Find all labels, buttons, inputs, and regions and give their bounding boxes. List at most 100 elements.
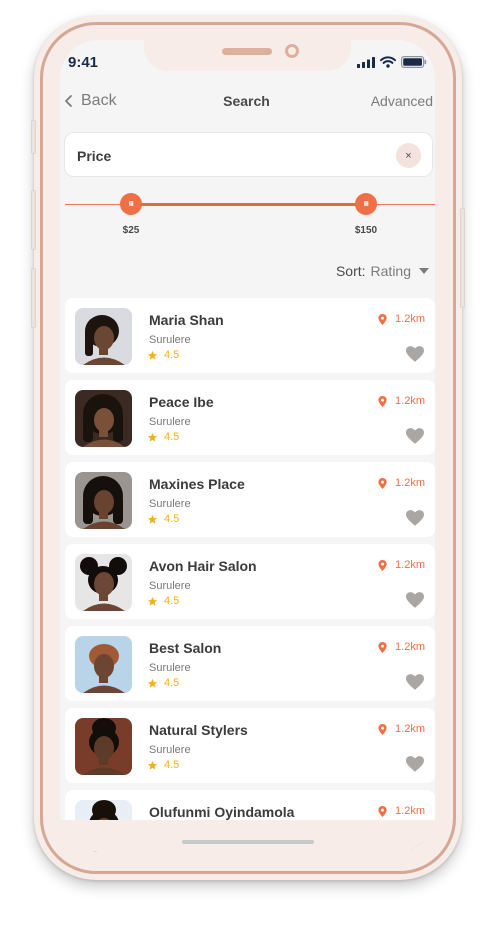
salon-card[interactable]: Maxines Place Surulere 4.5 1.2km — [65, 462, 435, 537]
price-range-slider: III III $25 $150 — [65, 193, 435, 236]
search-input[interactable] — [77, 145, 377, 167]
salon-distance: 1.2km — [378, 313, 425, 325]
favorite-button[interactable] — [406, 756, 424, 777]
distance-value: 1.2km — [395, 805, 425, 817]
slider-min-label: $25 — [122, 225, 140, 236]
distance-value: 1.2km — [395, 313, 425, 325]
slider-max-label: $150 — [354, 225, 378, 236]
side-button-silent — [31, 120, 36, 154]
salon-photo — [75, 308, 132, 365]
map-pin-icon — [378, 559, 387, 571]
distance-value: 1.2km — [395, 641, 425, 653]
search-field: × — [64, 132, 433, 177]
heart-icon — [406, 674, 424, 690]
knob-grip-icon: III — [128, 200, 134, 208]
side-button-volume-up — [31, 190, 36, 250]
notch — [144, 40, 351, 71]
salon-card[interactable]: Avon Hair Salon Surulere 4.5 1.2km — [65, 544, 435, 619]
distance-value: 1.2km — [395, 559, 425, 571]
map-pin-icon — [378, 805, 387, 817]
rating-value: 4.5 — [164, 759, 180, 771]
favorite-button[interactable] — [406, 592, 424, 613]
rating-value: 4.5 — [164, 349, 180, 361]
salon-name: Peace Ibe — [149, 394, 214, 410]
salon-distance: 1.2km — [378, 477, 425, 489]
star-icon — [147, 350, 158, 360]
distance-value: 1.2km — [395, 723, 425, 735]
distance-value: 1.2km — [395, 477, 425, 489]
side-button-power — [460, 208, 465, 308]
clear-search-button[interactable]: × — [396, 143, 421, 168]
salon-photo — [75, 636, 132, 693]
top-nav: Back Search Advanced — [60, 92, 435, 112]
salon-photo — [75, 472, 132, 529]
salon-photo — [75, 390, 132, 447]
slider-min-knob[interactable]: III — [120, 193, 142, 215]
salon-card[interactable]: Best Salon Surulere 4.5 1.2km — [65, 626, 435, 701]
map-pin-icon — [378, 723, 387, 735]
favorite-button[interactable] — [406, 346, 424, 367]
salon-card[interactable]: Natural Stylers Surulere 4.5 1.2km — [65, 708, 435, 783]
rating-value: 4.5 — [164, 513, 180, 525]
salon-area: Surulere — [149, 416, 191, 428]
salon-distance: 1.2km — [378, 723, 425, 735]
salon-area: Surulere — [149, 498, 191, 510]
salon-name: Best Salon — [149, 640, 222, 656]
status-icons — [357, 56, 427, 68]
favorite-button[interactable] — [406, 674, 424, 695]
slider-selected-range — [130, 203, 367, 206]
heart-icon — [406, 346, 424, 362]
salon-rating: 4.5 — [147, 759, 179, 771]
distance-value: 1.2km — [395, 395, 425, 407]
status-time: 9:41 — [68, 54, 99, 71]
heart-icon — [406, 592, 424, 608]
salon-rating: 4.5 — [147, 595, 179, 607]
salon-area: Surulere — [149, 744, 191, 756]
rating-value: 4.5 — [164, 431, 180, 443]
sort-label: Sort: — [335, 263, 366, 279]
salon-area: Surulere — [149, 580, 191, 592]
advanced-button[interactable]: Advanced — [371, 93, 433, 109]
map-pin-icon — [378, 395, 387, 407]
salon-distance: 1.2km — [378, 805, 425, 817]
salon-photo — [75, 718, 132, 775]
front-camera — [285, 44, 299, 58]
bottom-bar — [60, 820, 435, 852]
wifi-icon — [380, 56, 396, 68]
caret-down-icon — [419, 268, 429, 274]
salon-rating: 4.5 — [147, 431, 179, 443]
favorite-button[interactable] — [406, 428, 424, 449]
salon-photo — [75, 554, 132, 611]
favorite-button[interactable] — [406, 510, 424, 531]
salon-distance: 1.2km — [378, 641, 425, 653]
salon-rating: 4.5 — [147, 677, 179, 689]
salon-area: Surulere — [149, 334, 191, 346]
salon-distance: 1.2km — [378, 559, 425, 571]
map-pin-icon — [378, 641, 387, 653]
close-icon: × — [405, 149, 412, 162]
home-indicator[interactable] — [182, 840, 314, 844]
star-icon — [147, 678, 158, 688]
heart-icon — [406, 510, 424, 526]
battery-icon — [401, 56, 427, 68]
rating-value: 4.5 — [164, 595, 180, 607]
speaker — [222, 48, 272, 55]
sort-dropdown[interactable]: Sort: Rating — [336, 263, 429, 279]
star-icon — [147, 760, 158, 770]
salon-card[interactable]: Peace Ibe Surulere 4.5 1.2km — [65, 380, 435, 455]
salon-distance: 1.2km — [378, 395, 425, 407]
heart-icon — [406, 756, 424, 772]
star-icon — [147, 432, 158, 442]
star-icon — [147, 514, 158, 524]
salon-name: Natural Stylers — [149, 722, 248, 738]
salon-rating: 4.5 — [147, 513, 179, 525]
salon-card[interactable]: Maria Shan Surulere 4.5 1.2km — [65, 298, 435, 373]
slider-max-knob[interactable]: III — [355, 193, 377, 215]
map-pin-icon — [378, 313, 387, 325]
side-button-volume-down — [31, 268, 36, 328]
app-screen: 9:41 Back Search Advanced Price × III II… — [60, 40, 435, 852]
map-pin-icon — [378, 477, 387, 489]
salon-name: Maxines Place — [149, 476, 245, 492]
salon-name: Avon Hair Salon — [149, 558, 257, 574]
knob-grip-icon: III — [363, 200, 369, 208]
